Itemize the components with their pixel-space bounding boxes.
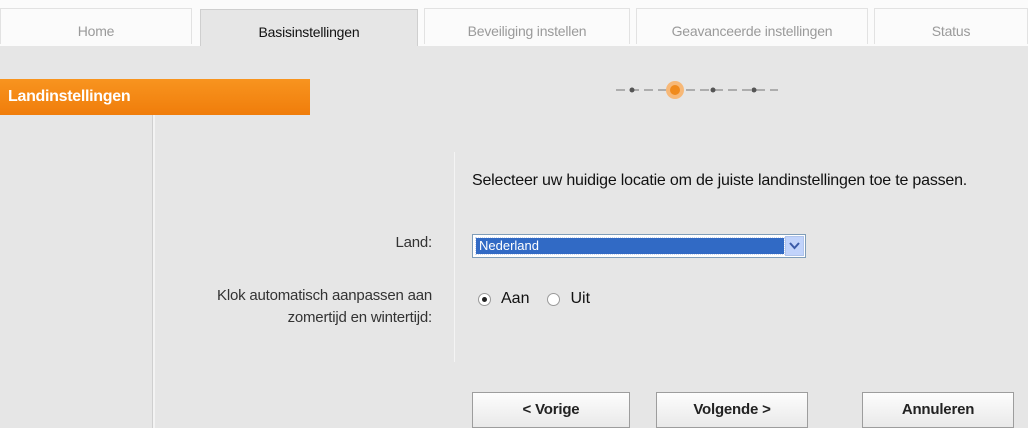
tab-geavanceerd[interactable]: Geavanceerde instellingen bbox=[636, 8, 868, 44]
chevron-down-icon[interactable] bbox=[785, 236, 804, 256]
tab-status[interactable]: Status bbox=[874, 8, 1028, 44]
prev-button[interactable]: < Vorige bbox=[472, 392, 630, 428]
cancel-button[interactable]: Annuleren bbox=[862, 392, 1014, 428]
klok-radio-group: Aan Uit bbox=[478, 288, 608, 310]
tab-home[interactable]: Home bbox=[0, 8, 192, 44]
next-button[interactable]: Volgende > bbox=[656, 392, 808, 428]
sidebar-divider bbox=[152, 115, 155, 428]
land-label: Land: bbox=[395, 234, 432, 251]
wizard-progress bbox=[612, 78, 782, 102]
klok-label: Klok automatisch aanpassen aan zomertijd… bbox=[217, 287, 432, 326]
radio-aan[interactable] bbox=[478, 292, 491, 306]
sidebar-section-title: Landinstellingen bbox=[0, 79, 310, 115]
radio-aan-label: Aan bbox=[501, 290, 530, 307]
land-select-value: Nederland bbox=[475, 237, 785, 255]
tab-beveiliging[interactable]: Beveiliging instellen bbox=[424, 8, 630, 44]
radio-uit[interactable] bbox=[547, 292, 561, 306]
intro-text: Selecteer uw huidige locatie om de juist… bbox=[472, 172, 968, 189]
step-dot-3 bbox=[710, 87, 716, 93]
step-dot-4 bbox=[751, 87, 757, 93]
tab-bar: Home Basisinstellingen Beveiliging inste… bbox=[0, 0, 1028, 46]
land-select[interactable]: Nederland bbox=[472, 234, 806, 258]
step-dot-1 bbox=[629, 87, 635, 93]
content-divider bbox=[454, 152, 455, 362]
radio-uit-label: Uit bbox=[570, 290, 591, 307]
tab-basisinstellingen[interactable]: Basisinstellingen bbox=[200, 9, 418, 46]
